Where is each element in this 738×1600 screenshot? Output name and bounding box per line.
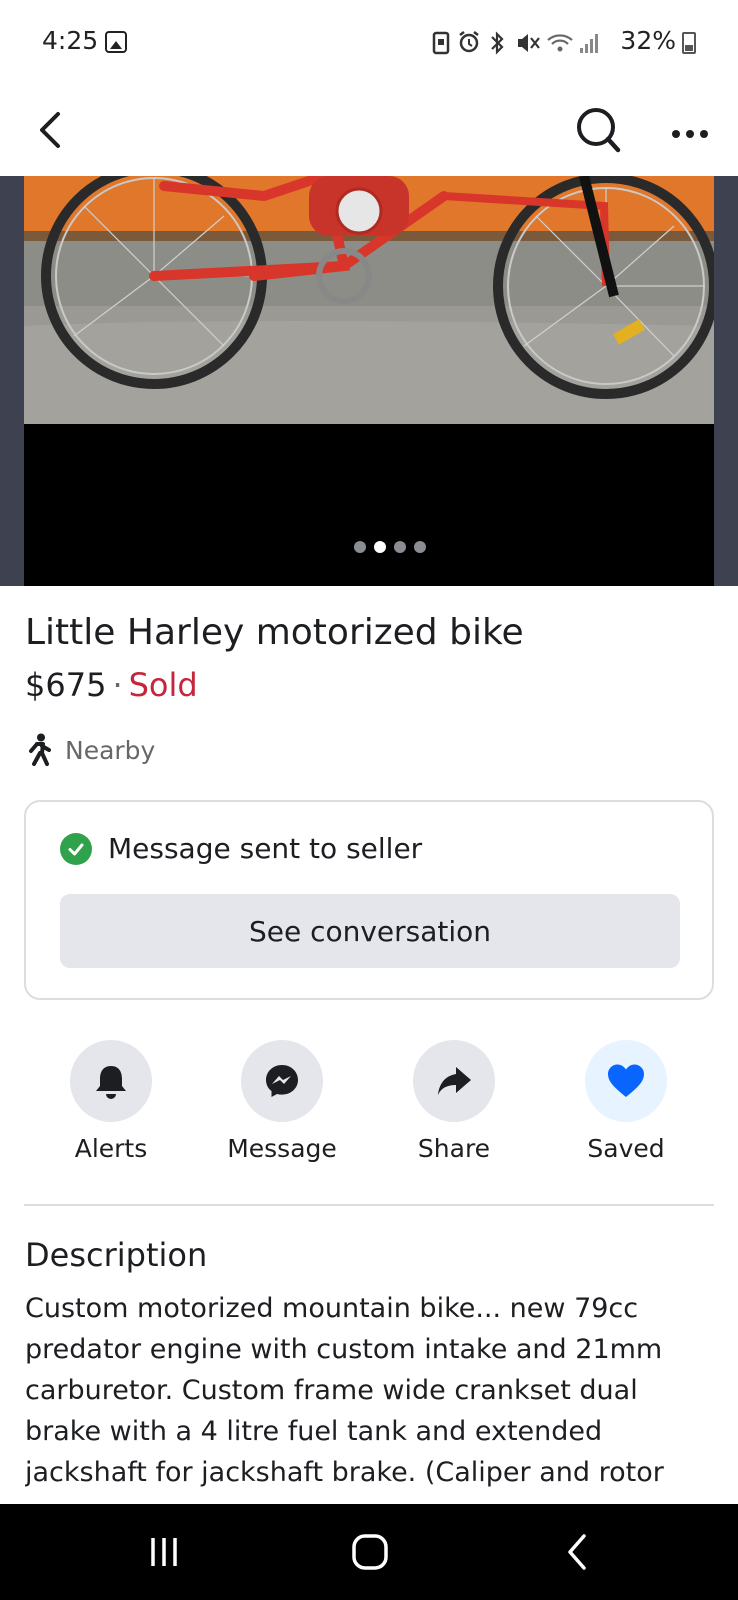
pagination-dot[interactable] (354, 541, 366, 553)
back-nav-icon (568, 1534, 586, 1570)
saved-label: Saved (587, 1134, 665, 1163)
listing-title: Little Harley motorized bike (25, 612, 524, 653)
location-text: Nearby (65, 735, 156, 765)
listing-price: $675 (25, 666, 107, 704)
status-icons (432, 31, 598, 55)
alarm-icon (459, 31, 479, 53)
message-label: Message (227, 1134, 337, 1163)
bell-icon (96, 1066, 126, 1099)
status-bar: 4:25 32% (0, 0, 738, 84)
gallery-icon (105, 31, 127, 53)
listing-photo[interactable] (24, 176, 714, 586)
recents-icon (151, 1538, 177, 1566)
bluetooth-icon (491, 31, 504, 55)
alerts-circle[interactable] (70, 1040, 152, 1122)
description-body: Custom motorized mountain bike... new 79… (25, 1293, 664, 1488)
home-icon (352, 1534, 388, 1570)
walking-icon (29, 733, 51, 766)
action-row: Alerts Message Share Saved (0, 1040, 738, 1180)
more-options-button[interactable] (660, 98, 720, 162)
alerts-button[interactable]: Alerts (25, 1040, 197, 1163)
message-circle[interactable] (241, 1040, 323, 1122)
price-row: $675 · Sold (25, 666, 198, 704)
see-conversation-button[interactable]: See conversation (60, 894, 680, 968)
status-time: 4:25 (42, 26, 99, 55)
photo-pagination (354, 541, 426, 553)
app-bar (0, 84, 738, 176)
more-icon (672, 130, 708, 138)
message-sent-card: Message sent to seller See conversation (24, 800, 714, 1000)
message-status-text: Message sent to seller (108, 832, 423, 865)
pagination-dot[interactable] (394, 541, 406, 553)
system-nav-bar (0, 1504, 738, 1600)
section-divider (24, 1204, 714, 1206)
share-label: Share (417, 1134, 491, 1163)
back-button[interactable] (28, 98, 82, 162)
signal-icon (580, 34, 598, 53)
location-row: Nearby (25, 730, 155, 770)
recents-button[interactable] (124, 1522, 204, 1582)
sold-status: Sold (128, 666, 198, 704)
check-icon (60, 832, 92, 865)
pagination-dot[interactable] (414, 541, 426, 553)
description-heading: Description (25, 1236, 208, 1274)
home-button[interactable] (330, 1522, 410, 1582)
pagination-dot-active[interactable] (374, 541, 386, 553)
sd-card-icon (432, 31, 450, 55)
share-button[interactable]: Share (368, 1040, 540, 1163)
message-status: Message sent to seller (60, 832, 422, 865)
nav-back-button[interactable] (538, 1522, 618, 1582)
bike-photo-image (24, 176, 714, 586)
mute-icon (518, 34, 540, 52)
messenger-icon (266, 1065, 298, 1097)
back-icon (40, 112, 60, 148)
battery-percent: 32% (620, 26, 676, 55)
price-separator: · (112, 666, 123, 704)
share-circle[interactable] (413, 1040, 495, 1122)
photo-carousel[interactable] (0, 176, 738, 586)
wifi-icon (547, 34, 573, 52)
battery-icon (682, 32, 696, 54)
heart-icon (608, 1064, 644, 1097)
saved-button[interactable]: Saved (540, 1040, 712, 1163)
message-button[interactable]: Message (196, 1040, 368, 1163)
saved-circle[interactable] (585, 1040, 667, 1122)
share-icon (438, 1067, 471, 1095)
search-button[interactable] (568, 98, 628, 162)
alerts-label: Alerts (74, 1134, 148, 1163)
search-icon (577, 108, 621, 153)
